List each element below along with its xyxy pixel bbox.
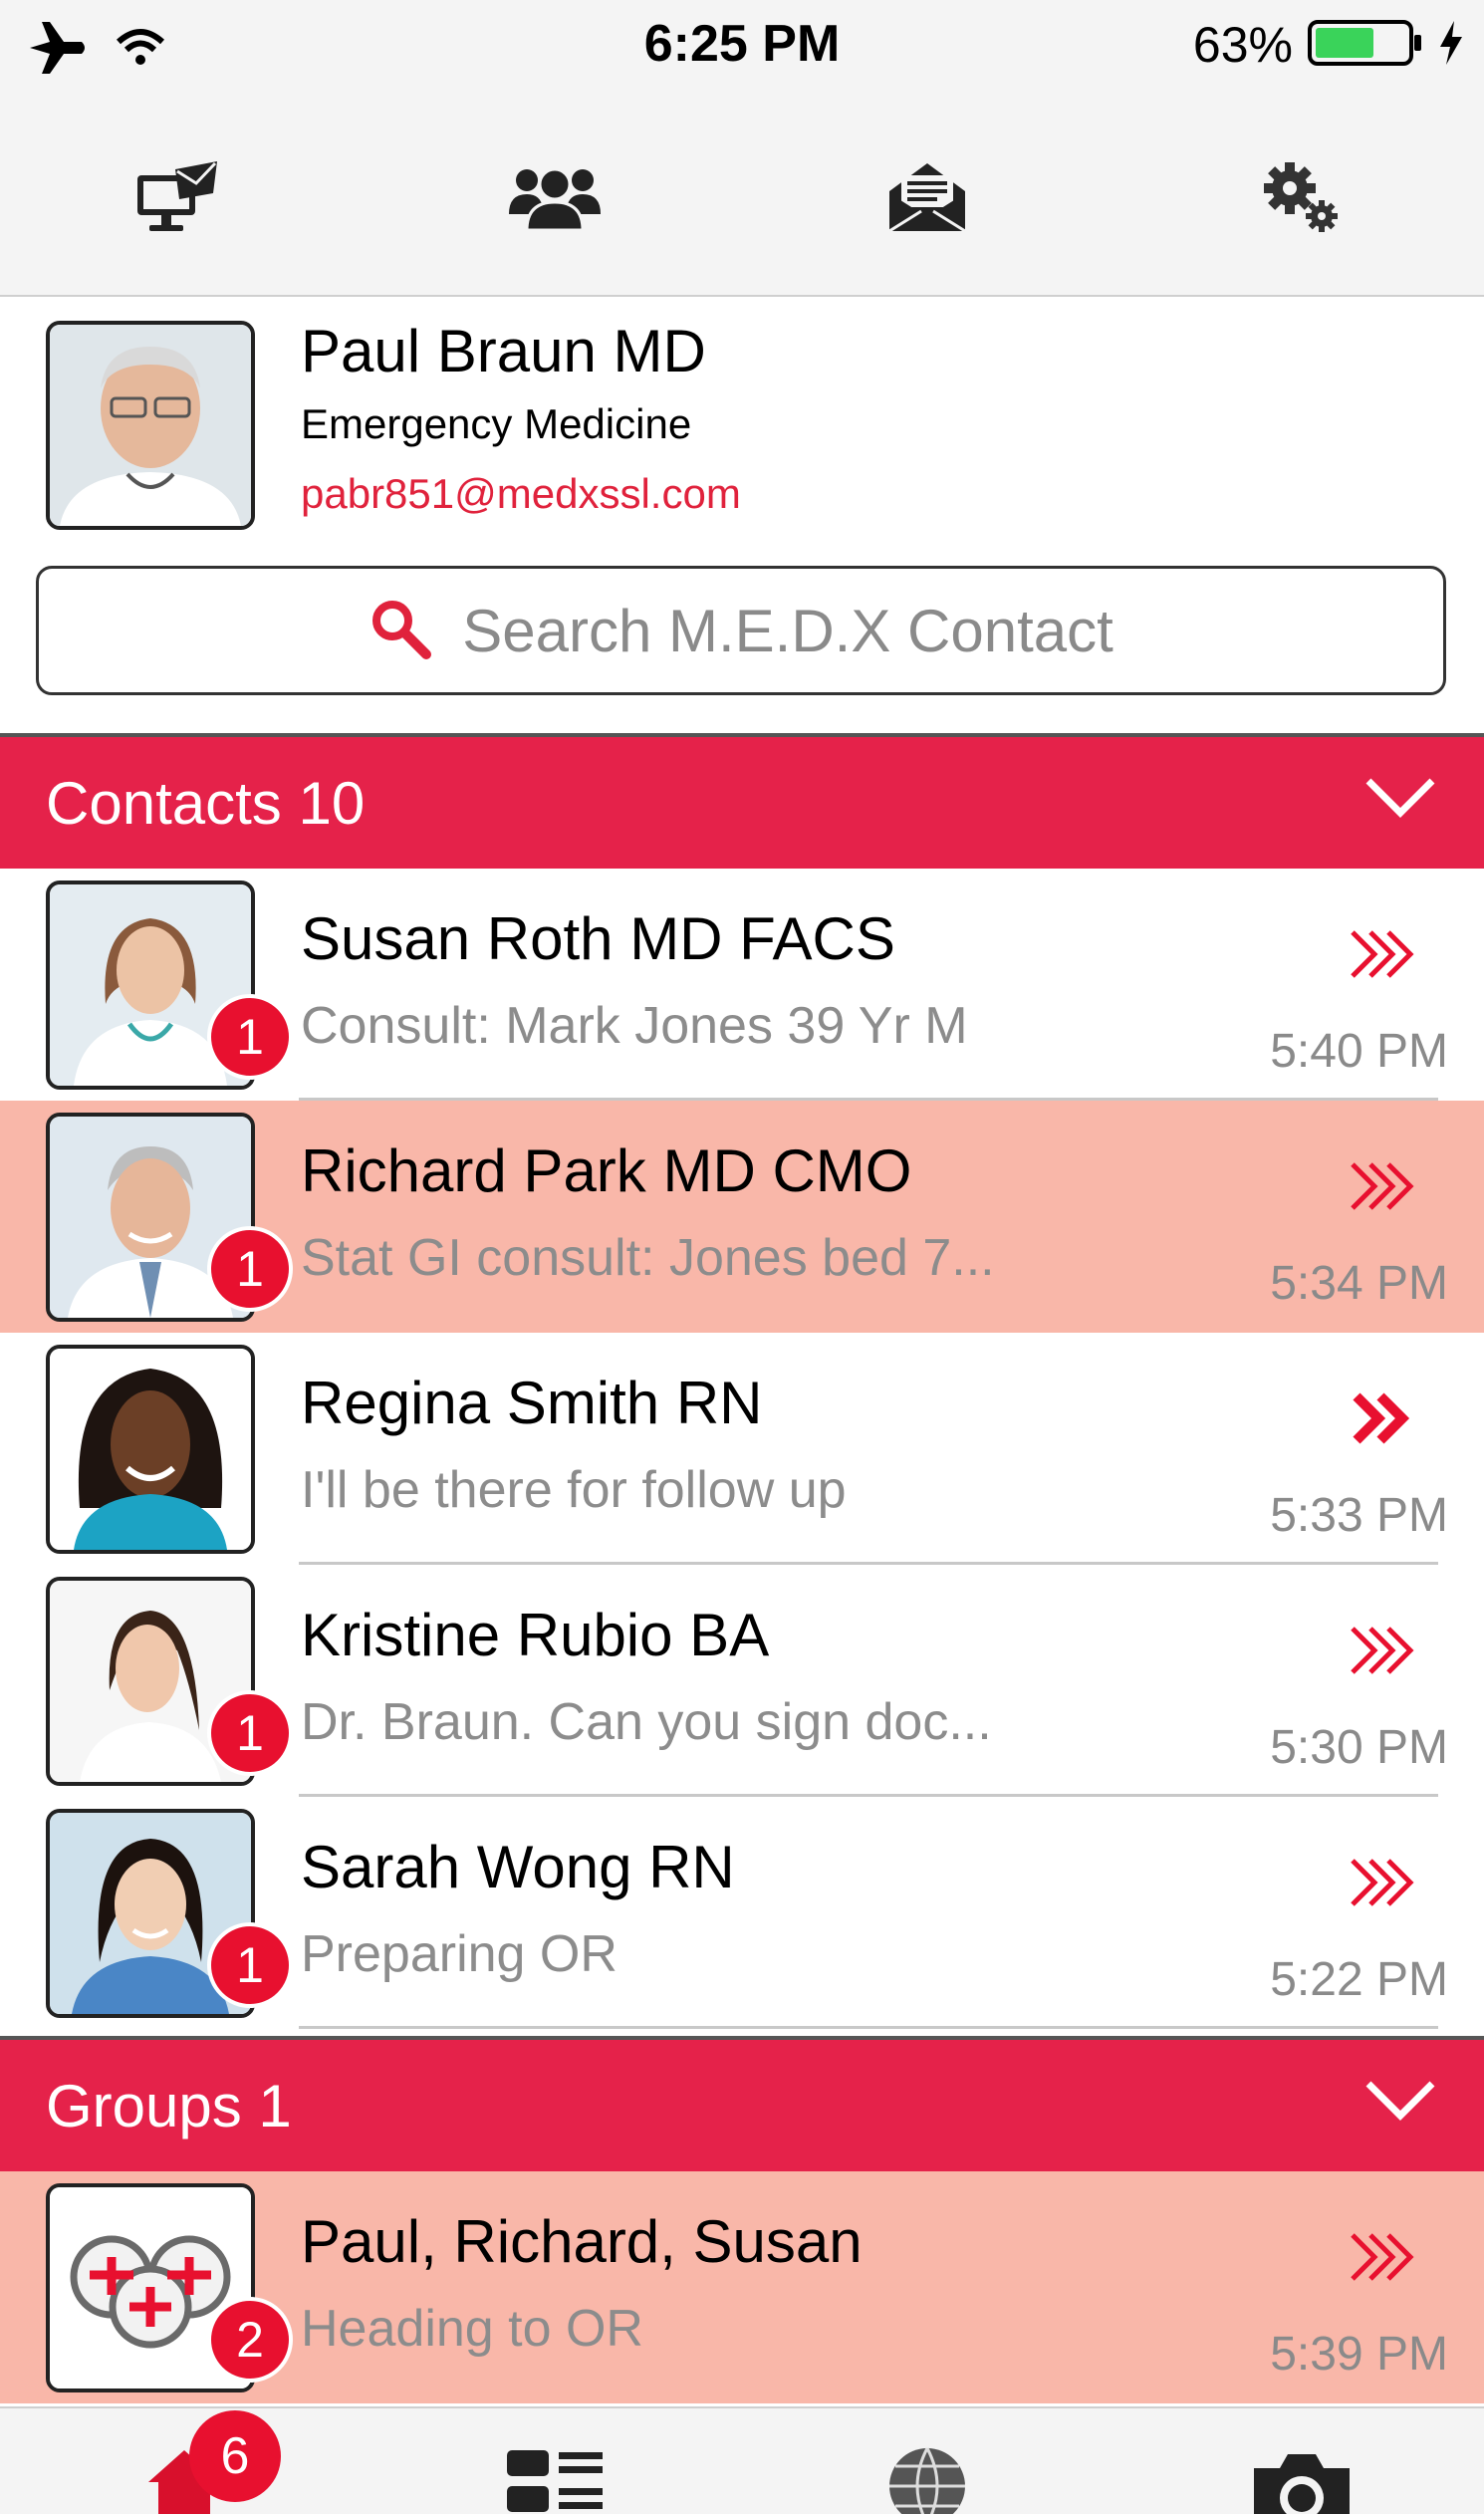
search-placeholder: Search M.E.D.X Contact xyxy=(462,597,1113,664)
profile-name: Paul Braun MD xyxy=(301,318,706,384)
unread-badge: 1 xyxy=(207,1226,293,1312)
contact-row[interactable]: Regina Smith RN I'll be there for follow… xyxy=(0,1333,1484,1565)
profile-avatar[interactable] xyxy=(46,321,255,530)
chevron-down-icon[interactable] xyxy=(1362,767,1438,832)
contact-name: Regina Smith RN xyxy=(301,1370,763,1436)
top-toolbar xyxy=(0,100,1484,297)
profile-card: Paul Braun MD Emergency Medicine pabr851… xyxy=(0,299,1484,737)
double-chevron-right-icon[interactable] xyxy=(1349,2231,1414,2288)
profile-email[interactable]: pabr851@medxssl.com xyxy=(301,470,741,518)
contact-last-message: Consult: Mark Jones 39 Yr M xyxy=(301,997,968,1055)
unread-badge: 2 xyxy=(207,2297,293,2383)
globe-icon[interactable] xyxy=(872,2444,982,2514)
double-chevron-right-icon[interactable] xyxy=(1349,928,1414,985)
contact-name: Richard Park MD CMO xyxy=(301,1137,912,1204)
contact-row[interactable]: 1 Richard Park MD CMO Stat GI consult: J… xyxy=(0,1101,1484,1333)
home-notification-badge: 6 xyxy=(189,2410,281,2502)
contact-avatar xyxy=(46,1345,255,1554)
contact-time: 5:34 PM xyxy=(1270,1257,1448,1310)
unread-badge: 1 xyxy=(207,994,293,1080)
search-icon xyxy=(369,597,432,665)
row-divider xyxy=(299,2026,1438,2029)
double-chevron-right-icon[interactable] xyxy=(1349,1625,1414,1681)
charging-icon xyxy=(1438,19,1464,72)
envelope-icon[interactable] xyxy=(872,147,982,247)
groups-section-title: Groups 1 xyxy=(46,2072,292,2139)
search-input[interactable]: Search M.E.D.X Contact xyxy=(36,566,1446,695)
contact-time: 5:22 PM xyxy=(1270,1953,1448,2006)
group-time: 5:39 PM xyxy=(1270,2328,1448,2381)
list-icon[interactable] xyxy=(500,2444,610,2514)
contact-name: Kristine Rubio BA xyxy=(301,1602,770,1668)
contact-row[interactable]: 1 Sarah Wong RN Preparing OR 5:22 PM xyxy=(0,1797,1484,2029)
contacts-section-title: Contacts 10 xyxy=(46,769,366,837)
status-bar: 6:25 PM 63% xyxy=(0,0,1484,100)
contact-time: 5:33 PM xyxy=(1270,1489,1448,1542)
double-chevron-right-icon[interactable] xyxy=(1349,1857,1414,1913)
contact-last-message: Stat GI consult: Jones bed 7... xyxy=(301,1229,995,1287)
contact-row[interactable]: 1 Kristine Rubio BA Dr. Braun. Can you s… xyxy=(0,1565,1484,1797)
chevron-down-icon[interactable] xyxy=(1362,2070,1438,2135)
double-chevron-right-icon[interactable] xyxy=(1349,1160,1414,1217)
unread-badge: 1 xyxy=(207,1690,293,1776)
contact-last-message: I'll be there for follow up xyxy=(301,1461,847,1519)
contact-row[interactable]: 1 Susan Roth MD FACS Consult: Mark Jones… xyxy=(0,869,1484,1101)
group-icon[interactable] xyxy=(500,147,610,247)
contact-last-message: Preparing OR xyxy=(301,1925,618,1983)
battery-icon xyxy=(1307,18,1424,73)
computer-mail-icon[interactable] xyxy=(124,147,233,247)
contact-time: 5:40 PM xyxy=(1270,1025,1448,1078)
contact-last-message: Dr. Braun. Can you sign doc... xyxy=(301,1693,992,1751)
battery-percentage: 63% xyxy=(1192,17,1293,73)
camera-icon[interactable] xyxy=(1247,2444,1357,2514)
contact-time: 5:30 PM xyxy=(1270,1721,1448,1774)
unread-badge: 1 xyxy=(207,1922,293,2008)
groups-section-header[interactable]: Groups 1 xyxy=(0,2036,1484,2171)
group-name: Paul, Richard, Susan xyxy=(301,2208,863,2275)
contacts-section-header[interactable]: Contacts 10 xyxy=(0,733,1484,869)
profile-department: Emergency Medicine xyxy=(301,400,692,447)
contact-name: Sarah Wong RN xyxy=(301,1834,735,1900)
group-last-message: Heading to OR xyxy=(301,2300,643,2358)
settings-icon[interactable] xyxy=(1247,147,1357,247)
double-chevron-right-icon[interactable] xyxy=(1349,1392,1414,1449)
contact-name: Susan Roth MD FACS xyxy=(301,905,895,972)
group-row[interactable]: 2 Paul, Richard, Susan Heading to OR 5:3… xyxy=(0,2171,1484,2403)
